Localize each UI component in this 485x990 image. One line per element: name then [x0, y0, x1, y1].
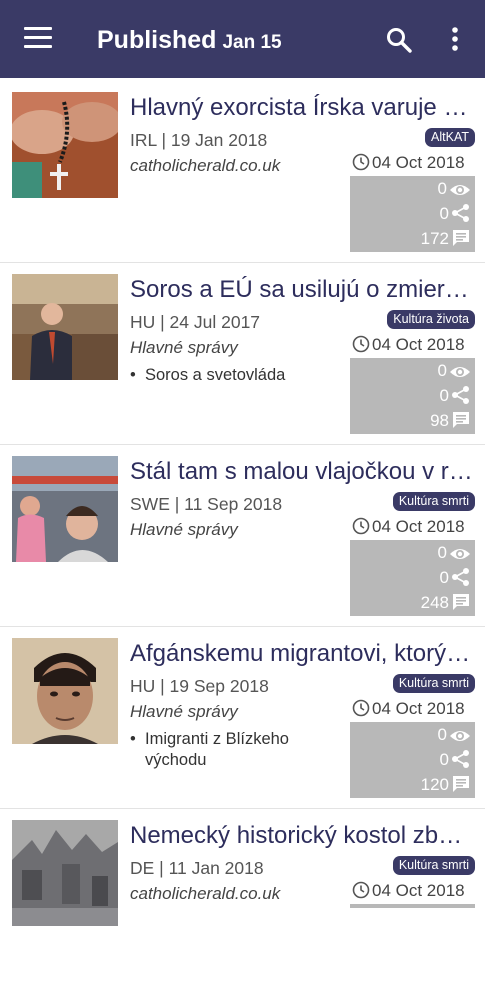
published-date-text: 04 Oct 2018 — [372, 153, 465, 172]
comments-count: 172 — [420, 229, 449, 248]
published-date: 04 Oct 2018 — [352, 153, 465, 173]
article-headline[interactable]: Afgánskemu migrantovi, ktorý znásilnil..… — [130, 640, 475, 668]
category-badge: AltKAT — [425, 128, 475, 147]
clock-icon — [352, 699, 370, 717]
published-date: 04 Oct 2018 — [352, 881, 465, 901]
comments-stat: 120 — [421, 772, 471, 798]
article-thumbnail — [12, 274, 118, 380]
shares-stat: 0 — [440, 201, 471, 227]
category-badge: Kultúra života — [387, 310, 475, 329]
hamburger-menu-icon[interactable] — [24, 27, 52, 49]
article-country-date: IRL | 19 Jan 2018 — [130, 130, 268, 150]
article-headline[interactable]: Hlavný exorcista Írska varuje pred... — [130, 94, 475, 122]
article-stats: 0 0 172 — [350, 176, 475, 252]
category-badge: Kultúra smrti — [392, 856, 475, 875]
article-topic-text: Soros a svetovláda — [145, 366, 286, 384]
article-country-date: DE | 11 Jan 2018 — [130, 858, 264, 878]
views-count: 0 — [437, 361, 447, 380]
article-card[interactable]: Hlavný exorcista Írska varuje pred... IR… — [0, 82, 485, 263]
article-topic-text: Imigranti z Blízkeho východu — [145, 730, 289, 769]
comments-stat: 98 — [430, 408, 471, 434]
views-stat: 0 — [438, 722, 471, 748]
shares-stat: 0 — [440, 565, 471, 591]
article-stats: 0 0 120 — [350, 722, 475, 798]
more-vert-icon[interactable] — [446, 25, 464, 53]
published-date: 04 Oct 2018 — [352, 517, 465, 537]
views-stat: 0 — [438, 358, 471, 384]
share-icon — [452, 568, 469, 586]
eye-icon — [450, 549, 470, 559]
eye-icon — [450, 185, 470, 195]
shares-stat: 0 — [440, 383, 471, 409]
article-topic: • Soros a svetovláda — [130, 365, 330, 386]
clock-icon — [352, 335, 370, 353]
article-headline[interactable]: Soros a EÚ sa usilujú o zmiernenie... — [130, 276, 475, 304]
comment-icon — [453, 230, 469, 246]
views-count: 0 — [437, 725, 447, 744]
article-thumbnail — [12, 820, 118, 926]
article-source: catholicherald.co.uk — [130, 156, 281, 175]
article-headline[interactable]: Stál tam s malou vlajočkou v ruke — [130, 458, 475, 486]
published-date: 04 Oct 2018 — [352, 335, 465, 355]
article-thumbnail — [12, 456, 118, 562]
article-topic: • Imigranti z Blízkeho východu — [130, 729, 330, 771]
shares-count: 0 — [439, 386, 449, 405]
article-stats — [350, 904, 475, 908]
article-card[interactable]: Soros a EÚ sa usilujú o zmiernenie... HU… — [0, 264, 485, 445]
title-text: Published — [97, 26, 217, 54]
article-source: Hlavné správy — [130, 520, 238, 539]
shares-count: 0 — [439, 204, 449, 223]
article-stats: 0 0 248 — [350, 540, 475, 616]
comment-icon — [453, 594, 469, 610]
views-count: 0 — [437, 179, 447, 198]
shares-count: 0 — [439, 750, 449, 769]
article-source: Hlavné správy — [130, 338, 238, 357]
eye-icon — [450, 367, 470, 377]
article-headline[interactable]: Nemecký historický kostol zbúrali — [130, 822, 475, 850]
page-title: Published Jan 15 — [97, 26, 282, 55]
comments-stat: 248 — [421, 590, 471, 616]
article-country-date: SWE | 11 Sep 2018 — [130, 494, 283, 514]
article-source: catholicherald.co.uk — [130, 884, 281, 903]
published-date-text: 04 Oct 2018 — [372, 699, 465, 718]
article-thumbnail — [12, 92, 118, 198]
app-bar: Published Jan 15 — [0, 0, 485, 78]
published-date: 04 Oct 2018 — [352, 699, 465, 719]
title-date: Jan 15 — [222, 32, 282, 53]
comments-count: 98 — [430, 411, 449, 430]
share-icon — [452, 386, 469, 404]
article-card[interactable]: Stál tam s malou vlajočkou v ruke SWE | … — [0, 446, 485, 627]
article-stats: 0 0 98 — [350, 358, 475, 434]
eye-icon — [450, 731, 470, 741]
article-source: Hlavné správy — [130, 702, 238, 721]
published-date-text: 04 Oct 2018 — [372, 881, 465, 900]
article-card[interactable]: Afgánskemu migrantovi, ktorý znásilnil..… — [0, 628, 485, 809]
views-stat: 0 — [438, 176, 471, 202]
shares-count: 0 — [439, 568, 449, 587]
comments-stat: 172 — [421, 226, 471, 252]
category-badge: Kultúra smrti — [392, 492, 475, 511]
clock-icon — [352, 881, 370, 899]
search-icon[interactable] — [386, 27, 412, 53]
clock-icon — [352, 517, 370, 535]
share-icon — [452, 750, 469, 768]
views-count: 0 — [437, 543, 447, 562]
shares-stat: 0 — [440, 747, 471, 773]
comments-count: 120 — [420, 775, 449, 794]
published-date-text: 04 Oct 2018 — [372, 517, 465, 536]
published-date-text: 04 Oct 2018 — [372, 335, 465, 354]
share-icon — [452, 204, 469, 222]
article-thumbnail — [12, 638, 118, 744]
clock-icon — [352, 153, 370, 171]
views-stat: 0 — [438, 540, 471, 566]
comment-icon — [453, 776, 469, 792]
article-card[interactable]: Nemecký historický kostol zbúrali DE | 1… — [0, 810, 485, 990]
article-country-date: HU | 24 Jul 2017 — [130, 312, 261, 332]
comments-count: 248 — [420, 593, 449, 612]
category-badge: Kultúra smrti — [392, 674, 475, 693]
article-country-date: HU | 19 Sep 2018 — [130, 676, 269, 696]
comment-icon — [453, 412, 469, 428]
